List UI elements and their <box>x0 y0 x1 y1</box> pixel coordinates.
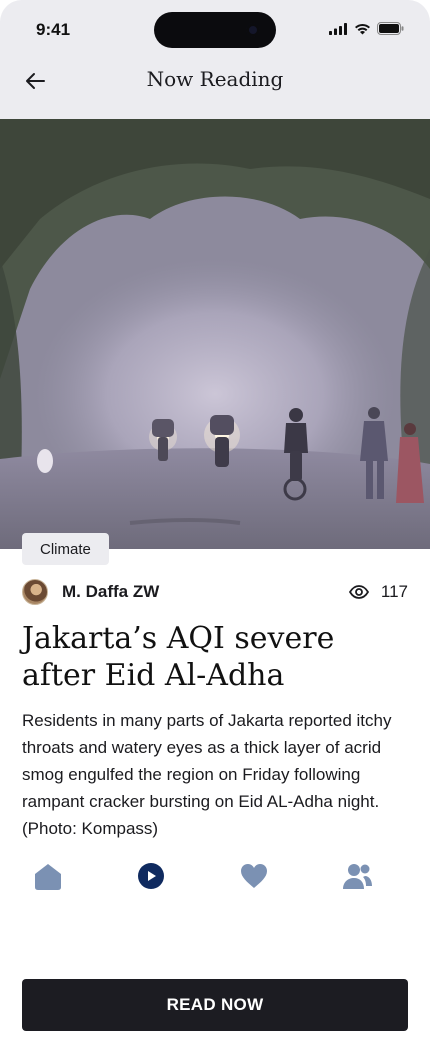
article-summary: Residents in many parts of Jakarta repor… <box>22 711 392 838</box>
phone-screen: 9:41 Now Reading Climate M. Daffa ZW 117… <box>0 0 430 1050</box>
nav-community[interactable] <box>339 858 375 894</box>
dynamic-island <box>154 12 276 48</box>
view-count: 117 <box>348 582 408 602</box>
avatar[interactable] <box>22 579 48 605</box>
view-count-value: 117 <box>380 582 408 601</box>
battery-icon <box>377 22 404 35</box>
bottom-nav <box>0 858 430 898</box>
wifi-icon <box>355 23 370 34</box>
eye-icon <box>348 585 369 599</box>
camera-dot <box>246 23 260 37</box>
category-tag[interactable]: Climate <box>22 533 109 565</box>
author-name[interactable]: M. Daffa ZW <box>62 582 159 602</box>
page-title: Now Reading <box>146 67 284 91</box>
nav-play[interactable] <box>133 858 169 894</box>
cellular-signal-icon <box>329 22 347 35</box>
play-icon <box>138 863 164 889</box>
author-row: M. Daffa ZW 117 <box>22 578 408 606</box>
heart-icon <box>241 864 267 888</box>
smog-street-photo <box>0 119 430 549</box>
read-now-button[interactable]: READ NOW <box>22 979 408 1031</box>
nav-favorites[interactable] <box>236 858 272 894</box>
top-bar: 9:41 Now Reading <box>0 0 430 119</box>
status-time: 9:41 <box>36 20 71 39</box>
home-icon <box>35 864 61 890</box>
article-hero-image <box>0 119 430 549</box>
users-icon <box>343 864 372 889</box>
status-icons <box>329 22 404 35</box>
nav-home[interactable] <box>30 858 66 894</box>
article-title: Jakarta’s AQI severe after Eid Al-Adha <box>22 621 335 693</box>
